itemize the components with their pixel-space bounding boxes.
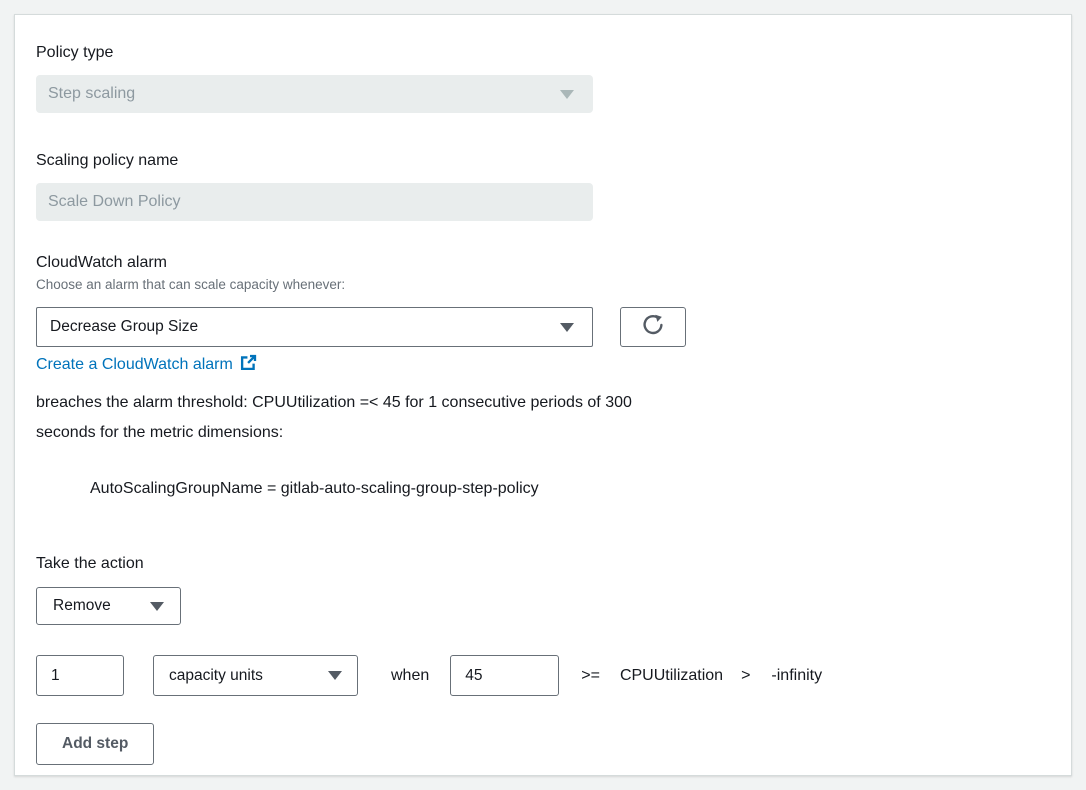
step-unit-select[interactable]: capacity units (153, 655, 358, 696)
take-action-label: Take the action (36, 555, 1071, 573)
chevron-down-icon (560, 90, 574, 99)
policy-type-select: Step scaling (36, 75, 593, 113)
chevron-down-icon (328, 671, 342, 680)
step-unit-value: capacity units (169, 667, 263, 685)
chevron-down-icon (150, 602, 164, 611)
add-step-button[interactable]: Add step (36, 723, 154, 765)
alarm-select-value: Decrease Group Size (50, 318, 198, 336)
step-amount-input[interactable] (36, 655, 124, 696)
cloudwatch-alarm-label: CloudWatch alarm (36, 254, 1071, 272)
refresh-icon (641, 313, 665, 342)
upper-bound-operator: >= (581, 667, 600, 685)
lower-bound-operator: > (741, 667, 750, 685)
step-threshold-input[interactable] (450, 655, 559, 696)
action-type-value: Remove (53, 597, 111, 615)
alarm-select[interactable]: Decrease Group Size (36, 307, 593, 347)
alarm-dimension: AutoScalingGroupName = gitlab-auto-scali… (90, 480, 1071, 498)
create-cloudwatch-alarm-link[interactable]: Create a CloudWatch alarm (36, 356, 233, 374)
policy-name-input: Scale Down Policy (36, 183, 593, 221)
lower-bound-value: -infinity (771, 667, 822, 685)
alarm-breach-line1: breaches the alarm threshold: CPUUtiliza… (36, 388, 1071, 418)
cloudwatch-alarm-hint: Choose an alarm that can scale capacity … (36, 277, 1071, 292)
alarm-breach-description: breaches the alarm threshold: CPUUtiliza… (36, 388, 1071, 448)
external-link-icon (240, 354, 257, 376)
policy-name-label: Scaling policy name (36, 152, 1071, 170)
policy-name-value: Scale Down Policy (48, 193, 181, 211)
step-scaling-policy-panel: Policy type Step scaling Scaling policy … (14, 14, 1072, 776)
metric-name: CPUUtilization (620, 667, 723, 685)
when-label: when (391, 667, 429, 685)
refresh-alarms-button[interactable] (620, 307, 686, 347)
scaling-step-row: capacity units when >= CPUUtilization > … (36, 655, 1071, 696)
action-type-select[interactable]: Remove (36, 587, 181, 625)
policy-type-label: Policy type (36, 44, 1071, 62)
alarm-breach-line2: seconds for the metric dimensions: (36, 418, 1071, 448)
policy-type-value: Step scaling (48, 85, 135, 103)
chevron-down-icon (560, 323, 574, 332)
